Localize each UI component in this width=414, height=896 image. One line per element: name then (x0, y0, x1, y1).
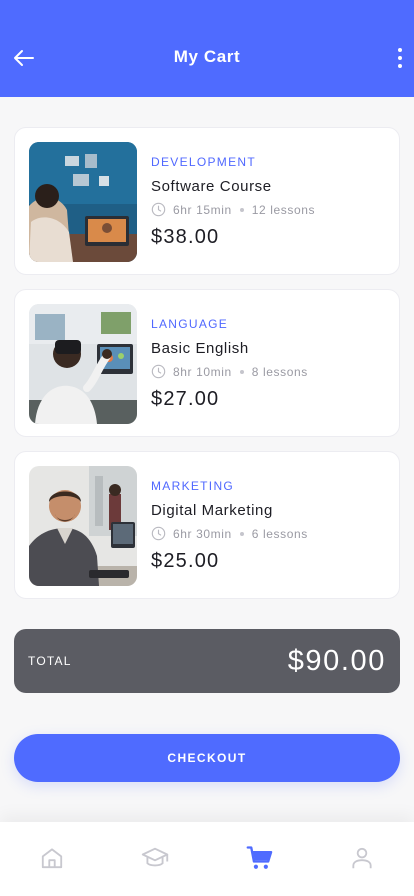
course-info: MARKETING Digital Marketing 6hr 30min 6 … (151, 479, 308, 573)
more-vertical-icon-dot (398, 64, 402, 68)
course-thumbnail (29, 466, 137, 586)
course-category: MARKETING (151, 479, 235, 493)
lesson-count: 12 lessons (251, 202, 316, 217)
more-vertical-icon-dot (398, 56, 402, 60)
nav-home[interactable] (38, 844, 66, 872)
man-with-vr-headset-photo (29, 304, 137, 424)
course-title: Digital Marketing (151, 502, 273, 519)
woman-on-video-call-photo (29, 142, 137, 262)
cart-item[interactable]: LANGUAGE Basic English 8hr 10min 8 lesso… (14, 289, 400, 437)
bottom-navigation (0, 822, 414, 896)
course-meta: 8hr 10min 8 lessons (151, 364, 308, 379)
clock-icon (151, 526, 166, 541)
course-thumbnail (29, 142, 137, 262)
cart-icon (246, 846, 273, 869)
course-meta: 6hr 15min 12 lessons (151, 202, 315, 217)
separator-dot (239, 369, 244, 374)
course-category: LANGUAGE (151, 317, 229, 331)
course-title: Software Course (151, 178, 272, 195)
cart-item[interactable]: MARKETING Digital Marketing 6hr 30min 6 … (14, 451, 400, 599)
user-icon (352, 847, 372, 869)
nav-profile[interactable] (348, 844, 376, 872)
course-title: Basic English (151, 340, 249, 357)
course-duration: 6hr 15min (173, 202, 232, 217)
course-category: DEVELOPMENT (151, 155, 256, 169)
graduation-cap-icon (141, 847, 169, 867)
course-price: $38.00 (151, 226, 220, 248)
page-title: My Cart (173, 47, 241, 66)
clock-icon (151, 364, 166, 379)
separator-dot (239, 531, 244, 536)
home-icon (41, 848, 63, 869)
checkout-button[interactable]: CHECKOUT (14, 734, 400, 782)
lesson-count: 6 lessons (251, 526, 308, 541)
man-at-office-desk-photo (29, 466, 137, 586)
course-info: DEVELOPMENT Software Course 6hr 15min 12… (151, 155, 315, 249)
course-duration: 8hr 10min (173, 364, 232, 379)
more-menu-button[interactable] (392, 44, 408, 72)
clock-icon (151, 202, 166, 217)
cart-item[interactable]: DEVELOPMENT Software Course 6hr 15min 12… (14, 127, 400, 275)
course-duration: 6hr 30min (173, 526, 232, 541)
more-vertical-icon (398, 48, 402, 52)
total-amount: $90.00 (287, 645, 386, 677)
separator-dot (239, 207, 244, 212)
course-price: $27.00 (151, 388, 220, 410)
course-meta: 6hr 30min 6 lessons (151, 526, 308, 541)
course-price: $25.00 (151, 550, 220, 572)
nav-cart[interactable] (246, 844, 274, 872)
course-thumbnail (29, 304, 137, 424)
app-header: My Cart (0, 0, 414, 97)
total-label: TOTAL (28, 654, 72, 668)
lesson-count: 8 lessons (251, 364, 308, 379)
total-summary: TOTAL $90.00 (14, 629, 400, 693)
nav-courses[interactable] (141, 844, 169, 872)
course-info: LANGUAGE Basic English 8hr 10min 8 lesso… (151, 317, 308, 411)
